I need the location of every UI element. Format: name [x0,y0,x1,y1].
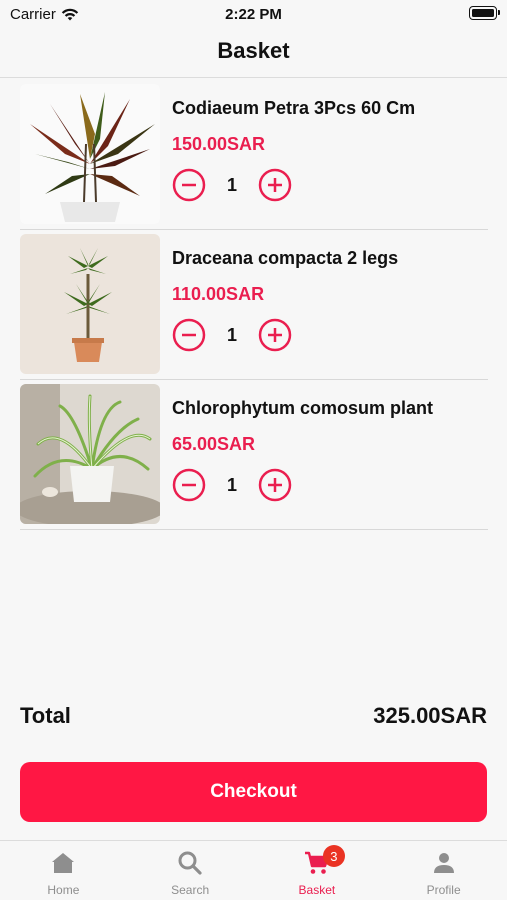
plus-icon[interactable] [258,168,292,202]
nav-bar: Basket [0,28,507,78]
product-name: Chlorophytum comosum plant [172,398,433,418]
total-label: Total [20,703,71,728]
basket-item: Codiaeum Petra 3Pcs 60 Cm 150.00SAR 1 [20,80,488,230]
product-name: Draceana compacta 2 legs [172,248,399,268]
product-price: 150.00SAR [172,134,266,154]
product-image[interactable] [20,384,160,524]
plus-icon[interactable] [258,318,292,352]
quantity-stepper: 1 [172,318,398,352]
page-title: Basket [217,38,290,63]
quantity-value: 1 [226,474,237,495]
total-row: Total 325.00SAR [20,703,487,729]
basket-item: Draceana compacta 2 legs 110.00SAR 1 [20,230,488,380]
checkout-button[interactable]: Checkout [20,762,487,822]
minus-icon[interactable] [172,318,206,352]
tab-label: Search [171,883,210,897]
cart-count-badge: 3 [322,845,345,867]
quantity-value: 1 [226,174,237,195]
basket-list: Codiaeum Petra 3Pcs 60 Cm 150.00SAR 1 Dr… [20,80,488,530]
tab-label: Home [47,883,80,897]
product-image[interactable] [20,84,160,224]
tab-label: Basket [298,883,336,897]
battery-icon [469,6,500,20]
total-value: 325.00SAR [373,703,487,728]
tab-profile[interactable]: Profile [380,841,507,900]
search-icon [178,851,202,875]
plus-icon[interactable] [258,468,292,502]
home-icon [52,853,75,873]
tab-basket[interactable]: 3 Basket [254,841,381,900]
basket-item: Chlorophytum comosum plant 65.00SAR 1 [20,380,488,530]
tab-bar: Home Search 3 Basket Profile [0,840,507,900]
minus-icon[interactable] [172,168,206,202]
product-name: Codiaeum Petra 3Pcs 60 Cm [172,98,416,118]
status-time: 2:22 PM [225,6,282,23]
quantity-stepper: 1 [172,468,433,502]
minus-icon[interactable] [172,468,206,502]
product-price: 110.00SAR [172,284,265,304]
tab-home[interactable]: Home [0,841,127,900]
product-image[interactable] [20,234,160,374]
quantity-stepper: 1 [172,168,415,202]
product-price: 65.00SAR [172,434,256,454]
status-bar: Carrier 2:22 PM [0,0,507,28]
person-icon [433,853,454,873]
tab-search[interactable]: Search [127,841,254,900]
tab-label: Profile [426,883,461,897]
quantity-value: 1 [226,324,237,345]
